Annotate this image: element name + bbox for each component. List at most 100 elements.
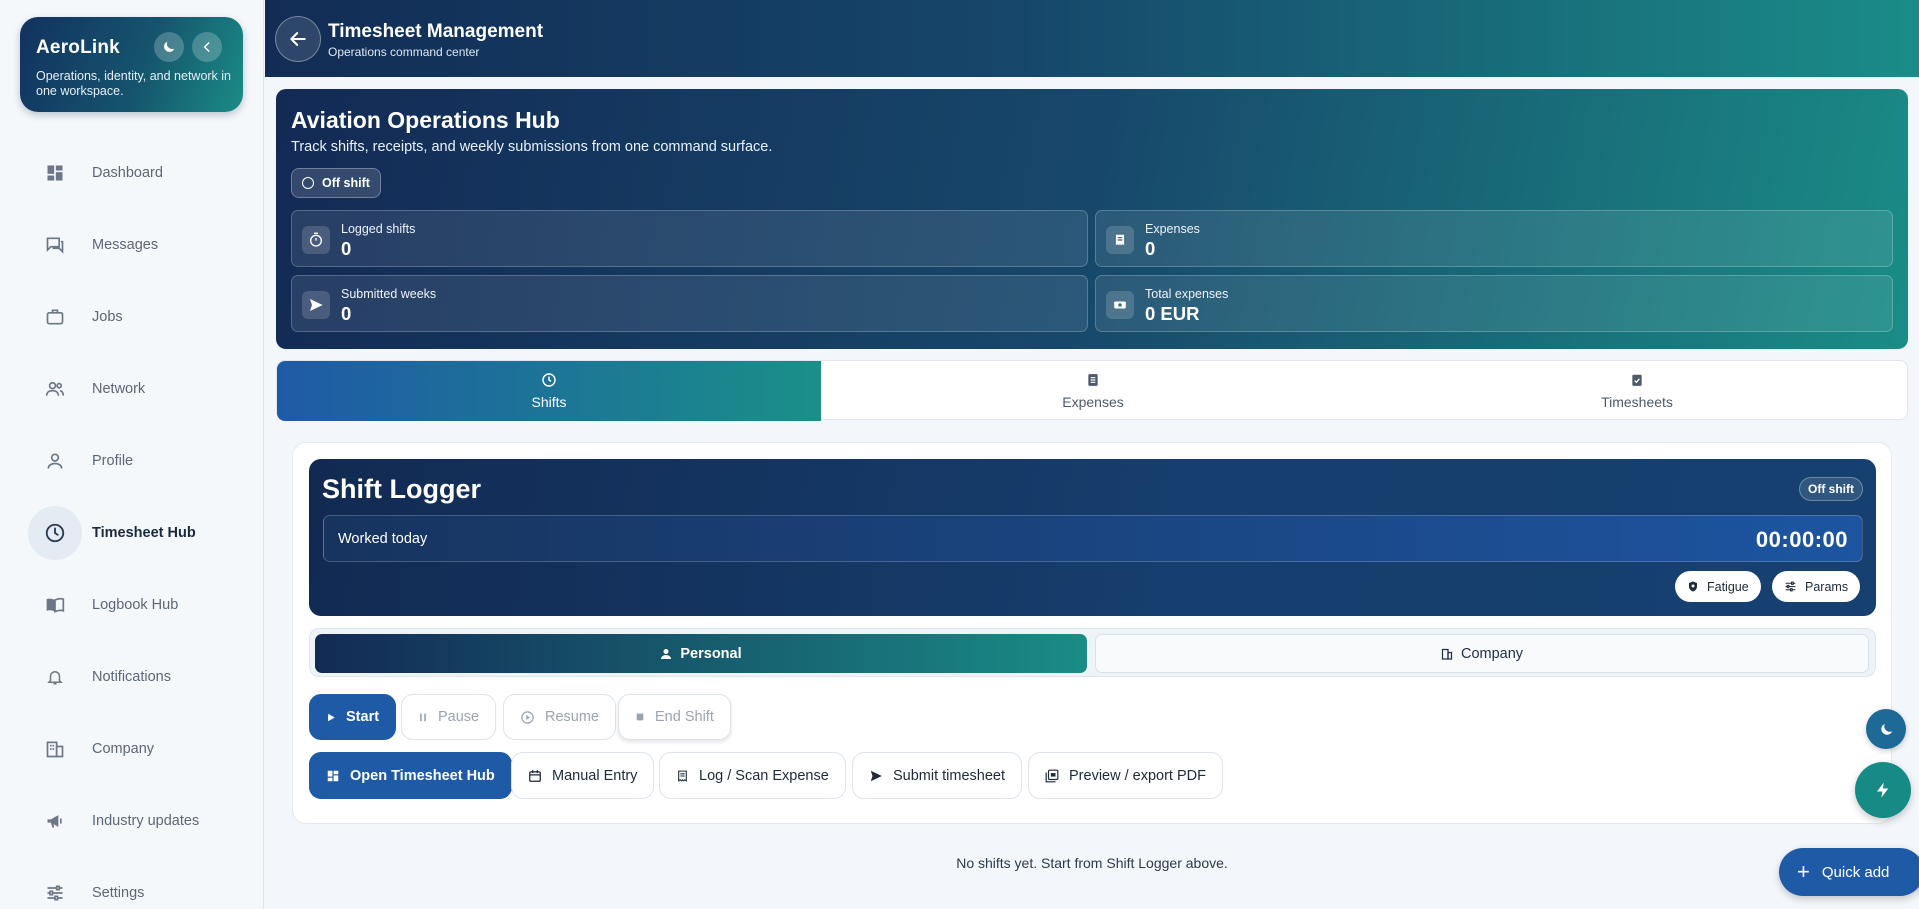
params-button[interactable]: Params	[1772, 571, 1861, 602]
worked-today-label: Worked today	[338, 531, 428, 547]
pause-button[interactable]: Pause	[401, 694, 497, 740]
dashboard-icon	[327, 770, 339, 781]
stat-label: Logged shifts	[341, 222, 416, 236]
resume-label: Resume	[545, 709, 599, 725]
lightning-icon	[1877, 782, 1889, 798]
stat-expenses: Expenses 0	[1095, 210, 1893, 267]
fatigue-button[interactable]: Fatigue	[1675, 571, 1761, 602]
params-label: Params	[1805, 579, 1849, 594]
manual-entry-label: Manual Entry	[552, 767, 638, 784]
page-title: Timesheet Management	[328, 21, 544, 42]
stat-submitted-weeks: Submitted weeks 0	[291, 275, 1088, 332]
building-icon	[1441, 648, 1453, 660]
sidebar-item-jobs[interactable]: Jobs	[28, 281, 238, 353]
hub-title: Aviation Operations Hub	[291, 107, 560, 133]
top-header: Timesheet Management Operations command …	[265, 0, 1919, 77]
sidebar-item-label: Company	[92, 741, 155, 757]
shift-status-badge: Off shift	[291, 168, 381, 198]
end-shift-button[interactable]: End Shift	[618, 694, 731, 740]
shift-logger-panel: Shift Logger Off shift Worked today 00:0…	[292, 442, 1892, 824]
tab-expenses[interactable]: Expenses	[821, 361, 1365, 421]
sidebar-item-messages[interactable]: Messages	[28, 209, 238, 281]
receipt-icon	[1115, 234, 1125, 246]
worked-today-bar: Worked today 00:00:00	[323, 515, 1863, 562]
log-scan-expense-label: Log / Scan Expense	[699, 767, 829, 784]
mode-company-button[interactable]: Company	[1095, 634, 1869, 673]
resume-button[interactable]: Resume	[503, 694, 616, 740]
dashboard-icon	[47, 165, 63, 181]
sidebar-item-network[interactable]: Network	[28, 353, 238, 425]
sidebar-item-label: Industry updates	[92, 813, 200, 829]
brand-card: AeroLink Operations, identity, and netwo…	[20, 17, 243, 112]
stat-logged-shifts: Logged shifts 0	[291, 210, 1088, 267]
sidebar-item-label: Timesheet Hub	[92, 525, 196, 541]
sidebar-item-company[interactable]: Company	[28, 713, 238, 785]
money-icon	[1114, 301, 1126, 309]
log-scan-expense-button[interactable]: Log / Scan Expense	[659, 752, 846, 799]
fatigue-label: Fatigue	[1707, 579, 1749, 594]
person-icon	[47, 453, 63, 469]
manual-entry-button[interactable]: Manual Entry	[511, 752, 655, 799]
sidebar-item-label: Notifications	[92, 669, 171, 685]
open-timesheet-hub-label: Open Timesheet Hub	[350, 767, 495, 784]
messages-icon	[46, 237, 64, 254]
theme-fab-button[interactable]	[1866, 709, 1906, 749]
clipboard-check-icon	[1632, 374, 1642, 386]
sidebar-item-label: Messages	[92, 237, 159, 253]
open-timesheet-hub-button[interactable]: Open Timesheet Hub	[309, 752, 512, 799]
mode-personal-label: Personal	[680, 645, 742, 662]
brand-tagline: Operations, identity, and network in one…	[36, 69, 232, 98]
sidebar-item-label: Profile	[92, 453, 134, 469]
stop-icon	[636, 713, 644, 721]
page-subtitle: Operations command center	[328, 45, 480, 59]
stat-value: 0 EUR	[1145, 303, 1200, 324]
sidebar-item-profile[interactable]: Profile	[28, 425, 238, 497]
sidebar-item-label: Logbook Hub	[92, 597, 179, 613]
sliders-icon	[1785, 581, 1796, 592]
sidebar-item-label: Jobs	[92, 309, 123, 325]
sidebar-item-dashboard[interactable]: Dashboard	[28, 137, 238, 209]
submit-timesheet-label: Submit timesheet	[893, 767, 1006, 784]
sliders-icon	[47, 885, 63, 901]
empty-shifts-message: No shifts yet. Start from Shift Logger a…	[956, 855, 1228, 871]
submit-timesheet-button[interactable]: Submit timesheet	[852, 752, 1023, 799]
receipt-icon	[678, 770, 687, 782]
mode-company-label: Company	[1460, 645, 1524, 662]
calendar-icon	[529, 769, 541, 782]
back-button[interactable]	[275, 16, 321, 62]
tab-shifts[interactable]: Shifts	[277, 361, 821, 421]
shift-status-badge: Off shift	[1799, 477, 1863, 501]
arrow-left-icon	[290, 32, 306, 46]
start-label: Start	[346, 709, 380, 725]
sidebar-item-timesheet-hub[interactable]: Timesheet Hub	[28, 497, 238, 569]
sidebar-item-logbook-hub[interactable]: Logbook Hub	[28, 569, 238, 641]
shift-logger-title: Shift Logger	[322, 474, 481, 504]
quick-add-button[interactable]: + Quick add	[1779, 848, 1919, 896]
stat-value: 0	[341, 303, 352, 324]
sidebar-item-settings[interactable]: Settings	[28, 857, 238, 909]
stopwatch-icon	[310, 232, 322, 247]
mode-personal-button[interactable]: Personal	[315, 634, 1087, 673]
megaphone-icon	[47, 815, 62, 828]
book-icon	[46, 597, 65, 614]
collapse-sidebar-button[interactable]	[192, 32, 222, 62]
shield-icon	[1689, 581, 1697, 592]
quick-actions-fab[interactable]	[1855, 762, 1911, 818]
stat-value: 0	[1145, 238, 1156, 259]
send-icon	[870, 770, 882, 781]
hub-subtitle: Track shifts, receipts, and weekly submi…	[291, 139, 773, 155]
bell-icon	[47, 671, 63, 685]
tab-timesheets[interactable]: Timesheets	[1365, 361, 1909, 421]
sidebar-item-label: Settings	[92, 885, 145, 901]
plus-icon: +	[1797, 859, 1810, 884]
stat-total-expenses: Total expenses 0 EUR	[1095, 275, 1893, 332]
play-icon	[328, 713, 335, 721]
theme-toggle-button[interactable]	[154, 32, 184, 62]
start-button[interactable]: Start	[309, 694, 397, 740]
stat-value: 0	[341, 238, 352, 259]
pdf-icon	[1045, 769, 1059, 782]
sidebar-item-notifications[interactable]: Notifications	[28, 641, 238, 713]
preview-export-pdf-button[interactable]: Preview / export PDF	[1028, 752, 1223, 799]
sidebar-item-industry-updates[interactable]: Industry updates	[28, 785, 238, 857]
sidebar-item-label: Network	[92, 381, 146, 397]
